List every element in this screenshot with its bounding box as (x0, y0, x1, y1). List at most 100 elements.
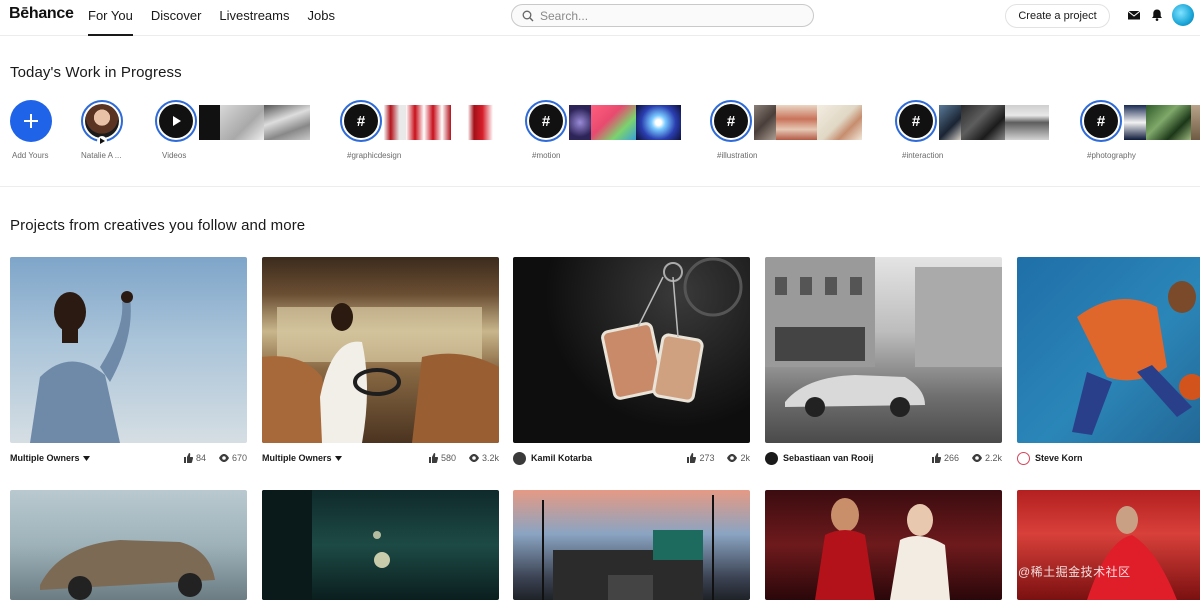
top-bar: Bēhance For You Discover Livestreams Job… (0, 0, 1200, 36)
project-owner[interactable]: Multiple Owners (262, 453, 332, 463)
nav-for-you[interactable]: For You (88, 0, 133, 36)
wip-label: Videos (162, 151, 187, 160)
view-count: 670 (231, 453, 247, 463)
project-card[interactable]: Multiple Owners 580 3.2k (262, 257, 499, 463)
project-thumbnail[interactable] (10, 257, 247, 443)
hashtag-circle: # (895, 100, 937, 142)
owner-avatar[interactable] (513, 451, 526, 465)
like-count: 273 (699, 453, 715, 463)
hashtag-icon: # (714, 104, 748, 138)
thumbs-up-icon (687, 453, 697, 463)
project-stats: 84 670 (183, 453, 247, 463)
project-card[interactable]: Multiple Owners 84 670 (10, 257, 247, 463)
like-count: 84 (195, 453, 206, 463)
project-meta: Sebastiaan van Rooij 266 2.2k (765, 451, 1002, 465)
wip-user-avatar (81, 100, 123, 146)
plus-icon (10, 100, 52, 142)
main-nav: For You Discover Livestreams Jobs (88, 0, 335, 36)
project-thumbnail[interactable] (1017, 257, 1200, 443)
wip-videos-circle (155, 100, 197, 142)
wip-tag-photography[interactable]: # #photography (1080, 100, 1200, 160)
search-icon (522, 10, 534, 21)
project-owner[interactable]: Steve Korn (1035, 453, 1083, 463)
project-owner[interactable]: Sebastiaan van Rooij (783, 453, 874, 463)
like-count: 580 (440, 453, 456, 463)
project-stats: 580 3.2k (428, 453, 499, 463)
create-project-button[interactable]: Create a project (1005, 4, 1110, 28)
project-meta: Steve Korn 4 (1017, 451, 1200, 465)
wip-videos[interactable]: Videos (155, 100, 310, 160)
hashtag-icon: # (899, 104, 933, 138)
play-icon (159, 104, 193, 138)
wip-thumbnail-strip[interactable] (569, 105, 681, 140)
project-thumbnail[interactable] (262, 490, 499, 600)
nav-livestreams[interactable]: Livestreams (219, 0, 289, 36)
view-count: 2.2k (984, 453, 1002, 463)
behance-logo[interactable]: Bēhance (9, 5, 74, 23)
wip-label: Add Yours (12, 151, 49, 160)
caret-down-icon[interactable] (334, 455, 342, 461)
project-thumbnail[interactable] (262, 257, 499, 443)
project-thumbnail[interactable] (1017, 490, 1200, 600)
wip-user-natalie[interactable]: Natalie A ... (81, 100, 123, 160)
hashtag-icon: # (344, 104, 378, 138)
watermark: @稀土掘金技术社区 (1018, 565, 1131, 579)
wip-label: #illustration (717, 151, 758, 160)
project-thumbnail[interactable] (513, 257, 750, 443)
project-thumbnail[interactable] (765, 490, 1002, 600)
hashtag-icon: # (1084, 104, 1118, 138)
project-thumbnail[interactable] (513, 490, 750, 600)
wip-tag-illustration[interactable]: # #illustration (710, 100, 862, 160)
wip-label: #graphicdesign (347, 151, 402, 160)
hashtag-circle: # (525, 100, 567, 142)
view-count: 2k (740, 453, 750, 463)
eye-icon (971, 454, 982, 462)
user-avatar[interactable] (1172, 4, 1194, 26)
project-card[interactable]: Sebastiaan van Rooij 266 2.2k (765, 257, 1002, 465)
project-thumbnail[interactable] (10, 490, 247, 600)
wip-title: Today's Work in Progress (10, 64, 182, 81)
eye-icon (468, 454, 479, 462)
wip-label: #interaction (902, 151, 944, 160)
project-thumbnail[interactable] (765, 257, 1002, 443)
wip-label: #motion (532, 151, 561, 160)
owner-avatar[interactable] (1017, 451, 1030, 465)
wip-tag-interaction[interactable]: # #interaction (895, 100, 1049, 160)
project-stats: 273 2k (686, 453, 750, 463)
wip-thumbnail-strip[interactable] (199, 105, 310, 140)
mail-icon[interactable] (1127, 8, 1141, 22)
nav-discover[interactable]: Discover (151, 0, 202, 36)
project-owner[interactable]: Multiple Owners (10, 453, 80, 463)
wip-tag-graphicdesign[interactable]: # #graphicdesign (340, 100, 493, 160)
thumbs-up-icon (428, 453, 438, 463)
thumbs-up-icon (931, 453, 941, 463)
view-count: 3.2k (481, 453, 499, 463)
project-card[interactable]: Steve Korn 4 (1017, 257, 1200, 465)
wip-label: Natalie A ... (81, 151, 122, 160)
project-card[interactable]: Kamil Kotarba 273 2k (513, 257, 750, 465)
owner-avatar[interactable] (765, 451, 778, 465)
section-divider (0, 186, 1200, 187)
hashtag-icon: # (529, 104, 563, 138)
wip-tag-motion[interactable]: # #motion (525, 100, 681, 160)
project-owner[interactable]: Kamil Kotarba (531, 453, 592, 463)
project-meta: Kamil Kotarba 273 2k (513, 451, 750, 465)
eye-icon (218, 454, 229, 462)
caret-down-icon[interactable] (82, 455, 90, 461)
thumbs-up-icon (183, 453, 193, 463)
search-bar[interactable] (511, 4, 814, 27)
hashtag-circle: # (340, 100, 382, 142)
wip-thumbnail-strip[interactable] (754, 105, 862, 140)
hashtag-circle: # (710, 100, 752, 142)
nav-jobs[interactable]: Jobs (307, 0, 334, 36)
projects-title: Projects from creatives you follow and m… (10, 217, 306, 234)
search-input[interactable] (540, 8, 790, 23)
wip-thumbnail-strip[interactable] (1124, 105, 1200, 140)
wip-thumbnail-strip[interactable] (939, 105, 1049, 140)
wip-thumbnail-strip[interactable] (384, 105, 493, 140)
bell-icon[interactable] (1150, 8, 1164, 22)
play-icon (97, 136, 107, 146)
like-count: 266 (943, 453, 959, 463)
wip-add-yours[interactable]: Add Yours (10, 100, 52, 160)
eye-icon (727, 454, 738, 462)
